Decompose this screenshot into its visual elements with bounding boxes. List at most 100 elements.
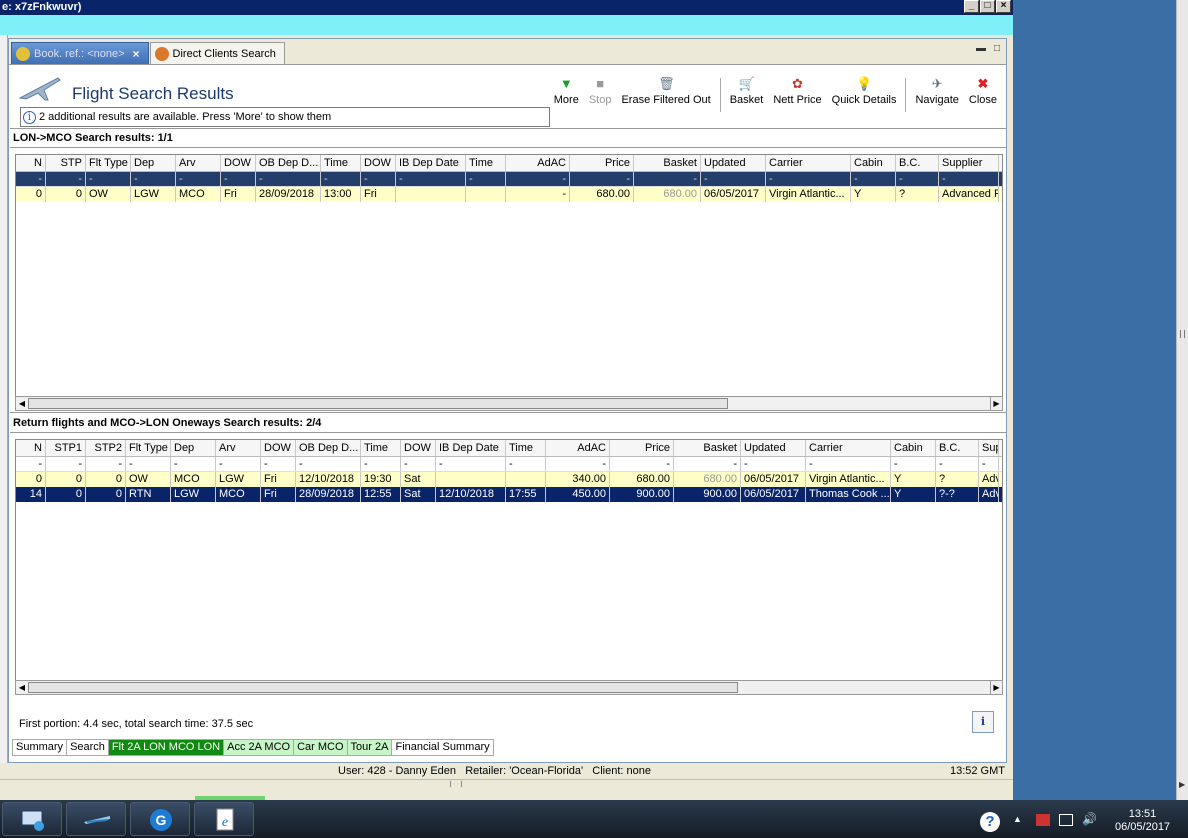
stop-button[interactable]: ■ Stop [584, 76, 617, 106]
table-cell [436, 472, 506, 487]
taskbar: G e [0, 800, 1188, 838]
network-icon[interactable] [1059, 814, 1073, 826]
bottom-tab-bar: Summary Search Flt 2A LON MCO LON Acc 2A… [12, 739, 494, 756]
column-header: B.C. [896, 155, 939, 171]
flag-icon[interactable] [1036, 814, 1050, 826]
volume-icon[interactable]: 🔊 [1082, 812, 1097, 826]
table-cell: 0 [46, 487, 86, 502]
tab-booking-ref[interactable]: Book. ref.: <none> × [11, 42, 149, 64]
table-cell: - [261, 457, 296, 471]
table-cell: - [939, 172, 999, 186]
close-button[interactable]: ✖ Close [964, 76, 1002, 106]
filter-row[interactable]: ------------------- [16, 172, 1002, 187]
table-cell: - [16, 457, 46, 471]
scroll-thumb[interactable] [28, 398, 728, 409]
clock-time: 13:51 [1128, 808, 1157, 820]
erase-filtered-out-button[interactable]: 🗑 Erase Filtered Out [616, 76, 715, 106]
table-cell: Advanced R [939, 187, 999, 202]
tab-direct-clients-search[interactable]: Direct Clients Search [149, 42, 285, 64]
window-title-bar: e: x7zFnkwuvr) _ □ × [0, 0, 1013, 15]
menu-band [0, 15, 1013, 35]
taskbar-clock[interactable]: 13:51 06/05/2017 [1115, 808, 1170, 834]
column-header: Carrier [806, 440, 891, 456]
column-header: STP [46, 155, 86, 171]
left-panel-edge [0, 35, 8, 763]
stop-label: Stop [588, 94, 612, 106]
table-cell [396, 187, 466, 202]
tab-car[interactable]: Car MCO [293, 739, 348, 756]
taskbar-network-app[interactable] [2, 802, 62, 836]
table-cell: - [361, 457, 401, 471]
outbound-horizontal-scrollbar[interactable]: ◀ ▶ [15, 396, 1003, 411]
table-cell: LGW [216, 472, 261, 487]
window-close-button[interactable]: × [996, 0, 1011, 13]
table-cell: MCO [176, 187, 221, 202]
scroll-thumb[interactable] [28, 682, 738, 693]
scroll-right-icon[interactable]: ▶ [990, 681, 1002, 694]
more-button[interactable]: ▼ More [549, 76, 584, 106]
return-horizontal-scrollbar[interactable]: ◀ ▶ [15, 680, 1003, 695]
close-icon: ✖ [977, 76, 989, 91]
table-cell: - [979, 457, 999, 471]
column-header: N [16, 440, 46, 456]
table-cell: - [361, 172, 396, 186]
clock-date: 06/05/2017 [1115, 821, 1171, 833]
window-title: e: x7zFnkwuvr) [2, 1, 82, 13]
column-header: Basket [674, 440, 741, 456]
navigate-label: Navigate [915, 94, 959, 106]
column-header: Carrier [766, 155, 851, 171]
table-row[interactable]: 0 0 0 OW MCO LGW Fri 12/10/2018 19:30 Sat 340.00 68… [16, 472, 1002, 487]
search-timing: First portion: 4.4 sec, total search tim… [19, 718, 254, 730]
computer-icon [21, 810, 44, 831]
tab-search[interactable]: Search [66, 739, 109, 756]
taskbar-ie-app[interactable]: e [194, 802, 254, 836]
scroll-right-icon[interactable]: ▶ [1179, 780, 1185, 789]
table-cell: 900.00 [674, 487, 741, 502]
help-icon[interactable]: ? [980, 812, 1000, 832]
quick-details-button[interactable]: 💡 Quick Details [827, 76, 902, 106]
taskbar-chrome-app[interactable]: G [130, 802, 190, 836]
table-cell: 680.00 [674, 472, 741, 487]
bottom-splitter[interactable] [0, 779, 1013, 789]
table-cell: - [171, 457, 216, 471]
table-cell: Y [891, 472, 936, 487]
table-row[interactable]: 14 0 0 RTN LGW MCO Fri 28/09/2018 12:55 Sat 12/10/… [16, 487, 1002, 502]
basket-button[interactable]: 🛒 Basket [725, 76, 769, 106]
tab-financial-summary[interactable]: Financial Summary [391, 739, 494, 756]
scroll-grip-icon [1180, 330, 1185, 338]
scroll-left-icon[interactable]: ◀ [16, 397, 28, 410]
minimize-button[interactable]: _ [964, 0, 979, 13]
table-cell: 0 [86, 487, 126, 502]
table-cell: OW [86, 187, 131, 202]
table-cell: 17:55 [506, 487, 546, 502]
table-row[interactable]: 0 0 OW LGW MCO Fri 28/09/2018 13:00 Fri -680.00 68… [16, 187, 1002, 202]
column-header: AdAC [506, 155, 570, 171]
toolbar-separator [719, 78, 721, 112]
table-header-row[interactable]: N STP1 STP2 Flt Type Dep Arv DOW OB Dep D... Tim… [16, 440, 1002, 457]
tab-flight[interactable]: Flt 2A LON MCO LON [107, 739, 225, 756]
scroll-right-icon[interactable]: ▶ [990, 397, 1002, 410]
tab-accommodation[interactable]: Acc 2A MCO [223, 739, 295, 756]
scroll-left-icon[interactable]: ◀ [16, 681, 28, 694]
tab-tour[interactable]: Tour 2A [346, 739, 393, 756]
maximize-button[interactable]: □ [980, 0, 995, 13]
view-maximize-icon[interactable]: □ [994, 43, 1000, 54]
info-button[interactable]: i [972, 711, 994, 733]
tray-expand-icon[interactable]: ▲ [1013, 814, 1022, 824]
filter-row[interactable]: -------------------- [16, 457, 1002, 472]
table-cell: - [851, 172, 896, 186]
tab-summary[interactable]: Summary [12, 739, 68, 756]
tab-label: Direct Clients Search [172, 47, 276, 60]
taskbar-plane-app[interactable] [66, 802, 126, 836]
desktop-scroll-strip[interactable]: ▶ [1176, 0, 1188, 800]
table-header-row[interactable]: N STP Flt Type Dep Arv DOW OB Dep D... Time DOW I… [16, 155, 1002, 172]
table-cell: Fri [261, 487, 296, 502]
tab-close-icon[interactable]: × [133, 47, 140, 61]
navigate-button[interactable]: ✈ Navigate [910, 76, 963, 106]
info-text: 2 additional results are available. Pres… [39, 111, 332, 123]
view-minimize-icon[interactable]: ▬ [976, 43, 986, 54]
column-header: DOW [261, 440, 296, 456]
nett-price-button[interactable]: ✿ Nett Price [768, 76, 826, 106]
table-cell: 450.00 [546, 487, 610, 502]
column-header: Sup [979, 440, 999, 456]
